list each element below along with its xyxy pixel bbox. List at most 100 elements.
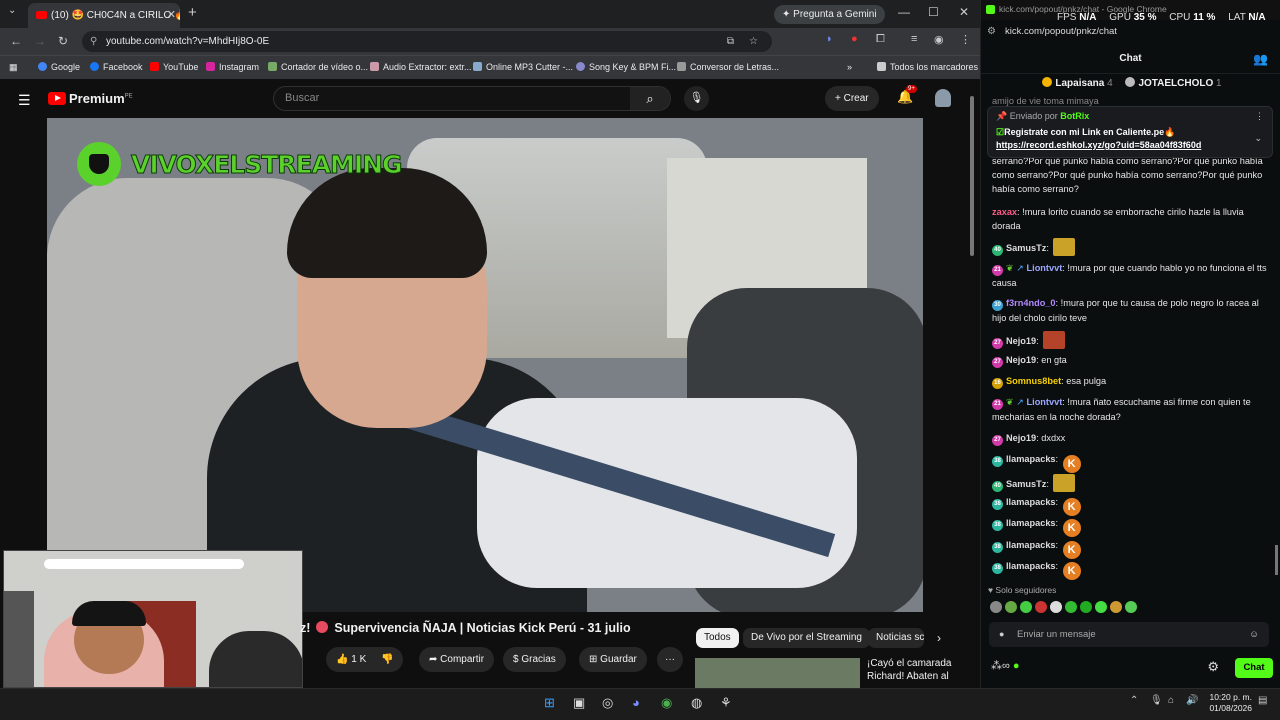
profile-icon[interactable]: ◉ [934, 33, 944, 46]
steam-icon[interactable]: ◎ [602, 695, 613, 711]
close-tab-icon[interactable]: ✕ [167, 3, 176, 28]
cast-icon[interactable]: ⧉ [727, 31, 734, 52]
username[interactable]: llamapacks [1006, 454, 1056, 464]
username[interactable]: Liontvvt [1027, 263, 1063, 273]
chip-noticias[interactable]: Noticias sc [868, 628, 924, 648]
username[interactable]: f3rn4ndo_0 [1006, 298, 1056, 308]
username[interactable]: Nejo19 [1006, 355, 1036, 365]
voice-search-button[interactable]: 🎙 [684, 86, 709, 111]
bookmark-audio-extractor[interactable]: Audio Extractor: extr... [370, 62, 472, 72]
kick-logo-icon[interactable]: ● [1013, 660, 1020, 672]
gemini-button[interactable]: ✦ Pregunta a Gemini [774, 5, 885, 24]
chat-scrollbar[interactable] [1275, 545, 1278, 575]
emote-icon[interactable] [1005, 601, 1017, 613]
pinned-menu-icon[interactable]: ⋮ [1255, 111, 1264, 122]
username[interactable]: SamusTz [1006, 479, 1046, 489]
bookmark-cortador[interactable]: Cortador de vídeo o... [268, 62, 368, 72]
app-icon[interactable]: ⚘ [720, 695, 732, 711]
tab-search-icon[interactable]: ⌄ [8, 5, 16, 16]
username[interactable]: llamapacks [1006, 540, 1056, 550]
extension-icon[interactable]: ◗ [826, 33, 833, 45]
emote-icon[interactable] [1035, 601, 1047, 613]
bookmarks-overflow-icon[interactable]: » [847, 62, 852, 72]
forward-icon[interactable]: → [34, 34, 46, 48]
emote-icon[interactable] [1080, 601, 1092, 613]
chrome-icon[interactable]: ◉ [661, 695, 672, 711]
bookmark-song-key[interactable]: Song Key & BPM Fi... [576, 62, 676, 72]
notifications-bell-icon[interactable]: 🔔 9+ [897, 85, 917, 105]
username[interactable]: Nejo19 [1006, 433, 1036, 443]
emote-icon[interactable] [1020, 601, 1032, 613]
video-player[interactable]: VIVOXELSTREAMING [47, 118, 923, 612]
media-icon[interactable]: ≡ [911, 33, 917, 45]
emote-icon[interactable] [1065, 601, 1077, 613]
menu-dots-icon[interactable]: ⋮ [960, 33, 971, 46]
username[interactable]: llamapacks [1006, 497, 1056, 507]
thanks-button[interactable]: $ Gracias [503, 647, 566, 672]
back-icon[interactable]: ← [10, 34, 22, 48]
share-button[interactable]: ➦ Compartir [419, 647, 495, 672]
all-bookmarks[interactable]: Todos los marcadores [877, 62, 978, 72]
close-window-icon[interactable]: ✕ [959, 5, 969, 19]
users-icon[interactable]: 👥 [1253, 44, 1268, 74]
username[interactable]: Nejo19 [1006, 336, 1036, 346]
chevron-down-icon[interactable]: ⌄ [1254, 133, 1262, 144]
extensions-puzzle-icon[interactable]: ⧠ [876, 33, 885, 46]
username[interactable]: llamapacks [1006, 518, 1056, 528]
emote-icon[interactable] [1125, 601, 1137, 613]
username[interactable]: Liontvvt [1027, 397, 1063, 407]
send-chat-button[interactable]: Chat [1235, 658, 1273, 678]
emote-icon[interactable] [990, 601, 1002, 613]
search-input[interactable]: Buscar ⌕ [273, 86, 671, 111]
hamburger-menu-icon[interactable]: ☰ [18, 92, 31, 109]
chat-tools-icon[interactable]: ⁂∞ ● [991, 659, 1020, 672]
emote-icon[interactable] [1050, 601, 1062, 613]
bookmark-youtube[interactable]: YouTube [150, 62, 198, 72]
apps-grid-icon[interactable]: ▦ [9, 62, 18, 73]
scrollbar-thumb[interactable] [970, 96, 974, 256]
address-bar[interactable]: ⚲ youtube.com/watch?v=MhdHIj8O-0E ⧉ ☆ [82, 31, 772, 52]
username[interactable]: SamusTz [1006, 243, 1046, 253]
bookmark-star-icon[interactable]: ☆ [749, 31, 758, 52]
username[interactable]: llamapacks [1006, 561, 1056, 571]
pinned-link[interactable]: https://record.eshkol.xyz/go?uid=58aa04f… [996, 140, 1264, 150]
minimize-icon[interactable]: — [898, 5, 910, 19]
youtube-logo[interactable]: PremiumPE [48, 91, 133, 106]
chips-next-icon[interactable]: › [937, 631, 941, 645]
network-icon[interactable]: ⌂ [1168, 695, 1174, 706]
chip-de-vivo[interactable]: De Vivo por el Streaming [743, 628, 870, 648]
bookmark-mp3-cutter[interactable]: Online MP3 Cutter -... [473, 62, 573, 72]
settings-gear-icon[interactable]: ⚙ [1207, 659, 1219, 675]
more-actions-button[interactable]: ··· [657, 647, 683, 672]
start-menu-icon[interactable]: ⊞ [544, 695, 555, 711]
username[interactable]: zaxax [992, 207, 1017, 217]
emoji-picker-icon[interactable]: ☺ [1249, 622, 1259, 647]
bookmark-facebook[interactable]: Facebook [90, 62, 143, 72]
system-clock[interactable]: 10:20 p. m. 01/08/2026 [1208, 692, 1252, 714]
microphone-tray-icon[interactable]: 🎙 [1150, 695, 1163, 706]
obs-icon[interactable]: ◍ [691, 695, 702, 711]
tray-chevron-icon[interactable]: ⌃ [1130, 695, 1138, 706]
chat-message-input[interactable]: Enviar un mensaje ☺ [989, 622, 1269, 647]
username[interactable]: Somnus8bet [1006, 376, 1061, 386]
save-button[interactable]: ⊞ Guardar [579, 647, 647, 672]
pinned-user[interactable]: BotRix [1060, 111, 1089, 121]
tab-youtube[interactable]: (10) 🤩 CH0C4N a CIRILO 🔥🔊 ✕ [28, 3, 180, 28]
avatar[interactable] [935, 89, 951, 107]
bookmark-instagram[interactable]: Instagram [206, 62, 259, 72]
extension-red-icon[interactable]: ● [851, 33, 858, 45]
emote-icon[interactable] [1095, 601, 1107, 613]
bookmark-google[interactable]: Google [38, 62, 80, 72]
reload-icon[interactable]: ↻ [58, 34, 68, 48]
discord-icon[interactable]: ◕ [632, 695, 640, 710]
dislike-icon[interactable]: 👎 [381, 654, 393, 665]
notification-center-icon[interactable]: ▤ [1258, 695, 1267, 706]
task-view-icon[interactable]: ▣ [573, 695, 585, 711]
new-tab-icon[interactable]: + [188, 4, 197, 21]
create-button[interactable]: + Crear [825, 86, 879, 111]
recommended-title[interactable]: ¡Cayó el camarada Richard! Abaten al [867, 657, 967, 683]
site-info-icon[interactable]: ⚲ [90, 31, 97, 52]
like-button[interactable]: 👍 1 K 👎 [326, 647, 404, 672]
maximize-icon[interactable]: ☐ [928, 5, 939, 19]
recommended-thumbnail[interactable] [695, 658, 860, 688]
